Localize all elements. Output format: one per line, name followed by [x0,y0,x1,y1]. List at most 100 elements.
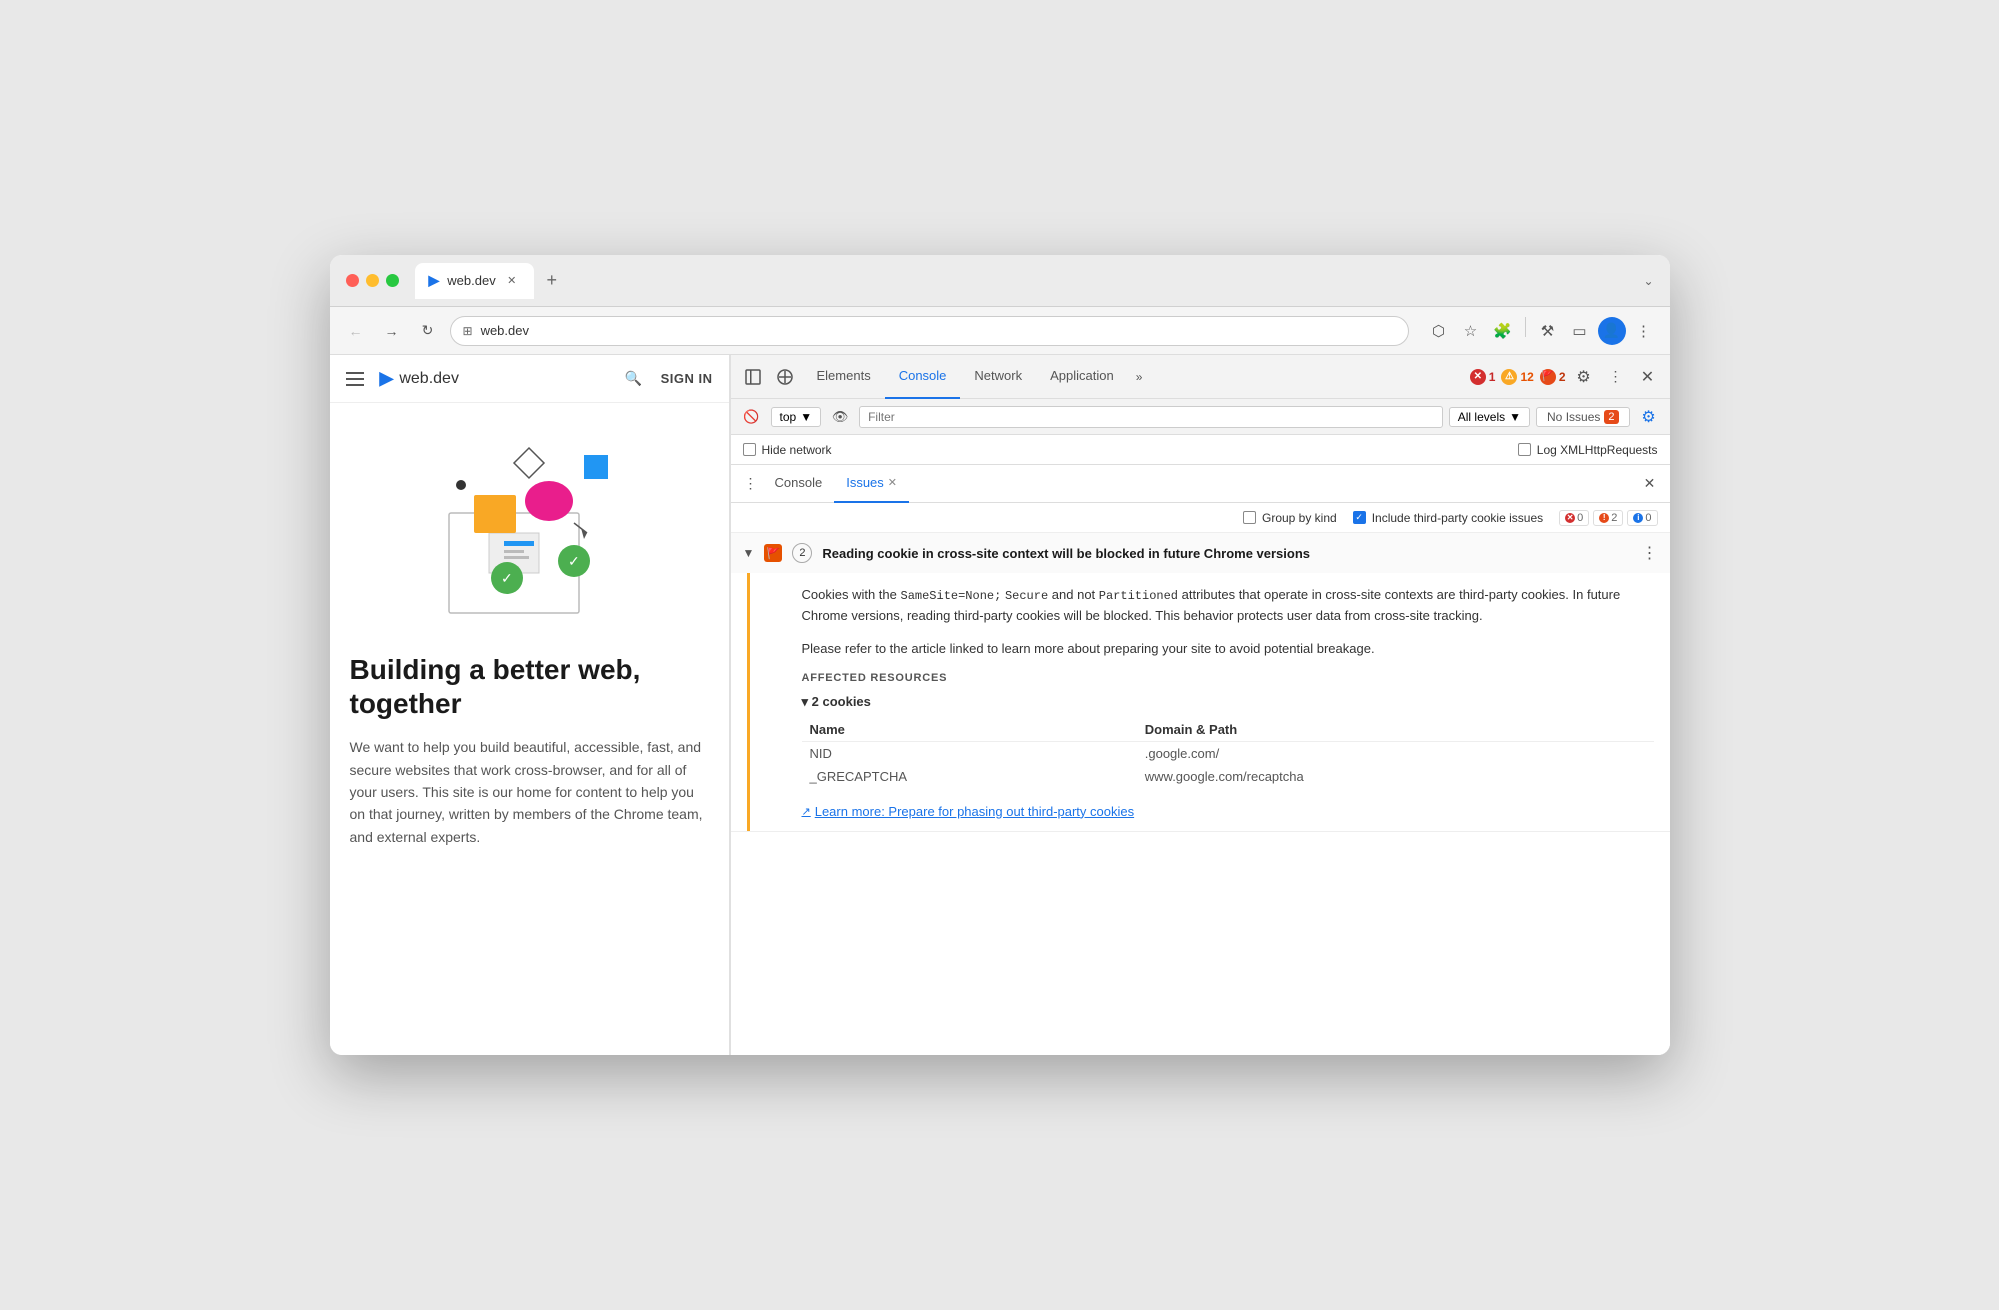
issue-badge: 🚩 2 [1540,369,1566,385]
table-col-name: Name [802,718,1137,742]
devtools-button[interactable]: ⚒ [1534,317,1562,345]
tab-close-button[interactable]: ✕ [504,273,520,289]
tab-elements[interactable]: Elements [803,355,885,399]
include-third-party-checkbox[interactable]: ✓ [1353,511,1366,524]
profile-button[interactable]: 👤 [1598,317,1626,345]
issues-content: ▼ 🚩 2 Reading cookie in cross-site conte… [731,533,1670,1055]
sub-tab-console[interactable]: Console [763,465,835,503]
issue-collapse-icon[interactable]: ▼ [743,546,755,560]
issue-more-button[interactable]: ⋮ [1642,543,1658,563]
nav-actions: ⬡ ☆ 🧩 ⚒ ▭ 👤 ⋮ [1425,317,1658,345]
group-by-kind-option[interactable]: Group by kind [1243,511,1337,525]
log-xmlhttp-option[interactable]: Log XMLHttpRequests [1518,443,1658,457]
issue-body-paragraph2: Please refer to the article linked to le… [802,639,1654,660]
active-tab[interactable]: ▶ web.dev ✕ [415,263,534,299]
no-issues-count: 2 [1604,410,1618,424]
cast-button[interactable]: ⬡ [1425,317,1453,345]
mini-badge-error: ✕ 0 [1559,510,1589,526]
issues-tabs-menu[interactable]: ⋮ [739,472,763,496]
log-level-selector[interactable]: All levels ▼ [1449,407,1530,427]
devtools-dock-button[interactable] [739,363,767,391]
issue-header[interactable]: ▼ 🚩 2 Reading cookie in cross-site conte… [731,533,1670,573]
hide-network-option[interactable]: Hide network [743,443,832,457]
devtools-more-tabs[interactable]: » [1128,370,1151,384]
hamburger-menu-button[interactable] [346,372,364,386]
devtools-tabs: Elements Console Network Application » [803,355,1458,399]
error-badge-icon: ✕ [1470,369,1486,385]
error-badge: ✕ 1 [1470,369,1496,385]
tab-application[interactable]: Application [1036,355,1128,399]
cookies-toggle[interactable]: ▾ 2 cookies [802,694,1654,710]
extensions-button[interactable]: 🧩 [1489,317,1517,345]
code-partitioned: Partitioned [1099,589,1178,603]
console-clear-button[interactable]: 🚫 [739,404,765,430]
menu-button[interactable]: ⋮ [1630,317,1658,345]
close-traffic-light[interactable] [346,274,359,287]
site-headline: Building a better web, together [350,653,709,720]
cookie1-name: NID [802,741,1137,765]
mini-badge-info: i 0 [1627,510,1657,526]
site-signin-button[interactable]: SIGN IN [661,371,713,386]
issues-panel-close[interactable]: ✕ [1638,472,1662,496]
no-issues-button[interactable]: No Issues 2 [1536,407,1629,427]
forward-button[interactable]: → [378,317,406,345]
cookie2-name: _GRECAPTCHA [802,765,1137,788]
console-options-row: Hide network Log XMLHttpRequests [731,435,1670,465]
content-area: ▶ web.dev 🔍 SIGN IN [330,355,1670,1055]
profile-dropdown-icon[interactable]: ⌄ [1643,274,1653,288]
site-body-text: We want to help you build beautiful, acc… [350,736,709,848]
issue-flag-icon: 🚩 [764,544,782,562]
console-settings-button[interactable]: ⚙ [1636,404,1662,430]
sidebar-button[interactable]: ▭ [1566,317,1594,345]
include-third-party-label: Include third-party cookie issues [1372,511,1543,525]
devtools-kebab-menu[interactable]: ⋮ [1602,363,1630,391]
title-bar: ▶ web.dev ✕ + ⌄ [330,255,1670,307]
learn-more-link[interactable]: ↗ Learn more: Prepare for phasing out th… [802,804,1654,819]
mini-badge-warning-dot: ! [1599,513,1609,523]
reload-button[interactable]: ↻ [414,317,442,345]
maximize-traffic-light[interactable] [386,274,399,287]
hide-network-checkbox[interactable] [743,443,756,456]
issue-body-paragraph1: Cookies with the SameSite=None; Secure a… [802,585,1654,627]
site-toolbar: ▶ web.dev 🔍 SIGN IN [330,355,729,403]
tab-favicon: ▶ [429,272,440,289]
sub-tab-issues-close[interactable]: ✕ [888,476,897,489]
table-row: NID .google.com/ [802,741,1654,765]
bookmark-button[interactable]: ☆ [1457,317,1485,345]
console-eye-button[interactable]: 👁 [827,404,853,430]
new-tab-button[interactable]: + [538,267,566,295]
context-selector-arrow: ▼ [800,410,812,424]
site-search-button[interactable]: 🔍 [623,368,645,390]
address-bar[interactable]: ⊞ web.dev [450,316,1409,346]
devtools-close-button[interactable]: ✕ [1634,363,1662,391]
log-xmlhttp-label: Log XMLHttpRequests [1537,443,1658,457]
mini-badge-info-dot: i [1633,513,1643,523]
console-filter-input[interactable] [859,406,1443,428]
table-col-domain: Domain & Path [1137,718,1654,742]
devtools-settings-button[interactable]: ⚙ [1570,363,1598,391]
tab-network[interactable]: Network [960,355,1036,399]
minimize-traffic-light[interactable] [366,274,379,287]
cookies-table: Name Domain & Path NID .google.com/ [802,718,1654,788]
context-selector[interactable]: top ▼ [771,407,822,427]
mini-badge-error-count: 0 [1577,512,1583,524]
mini-badge-info-count: 0 [1645,512,1651,524]
devtools-inspect-button[interactable] [771,363,799,391]
table-row: _GRECAPTCHA www.google.com/recaptcha [802,765,1654,788]
affected-resources-title: AFFECTED RESOURCES [802,672,1654,684]
site-logo: ▶ web.dev [380,368,459,389]
log-xmlhttp-checkbox[interactable] [1518,443,1531,456]
address-text: web.dev [481,323,529,338]
sub-tab-issues[interactable]: Issues ✕ [834,465,909,503]
tab-console[interactable]: Console [885,355,961,399]
issue-body: Cookies with the SameSite=None; Secure a… [747,573,1670,831]
back-button[interactable]: ← [342,317,370,345]
traffic-lights [346,274,399,287]
group-by-kind-checkbox[interactable] [1243,511,1256,524]
tab-title: web.dev [447,273,495,288]
include-third-party-option[interactable]: ✓ Include third-party cookie issues [1353,511,1543,525]
sub-tab-console-label: Console [775,475,823,490]
devtools-header: Elements Console Network Application » [731,355,1670,399]
sub-tab-issues-label: Issues [846,475,884,490]
group-by-row: Group by kind ✓ Include third-party cook… [731,503,1670,533]
